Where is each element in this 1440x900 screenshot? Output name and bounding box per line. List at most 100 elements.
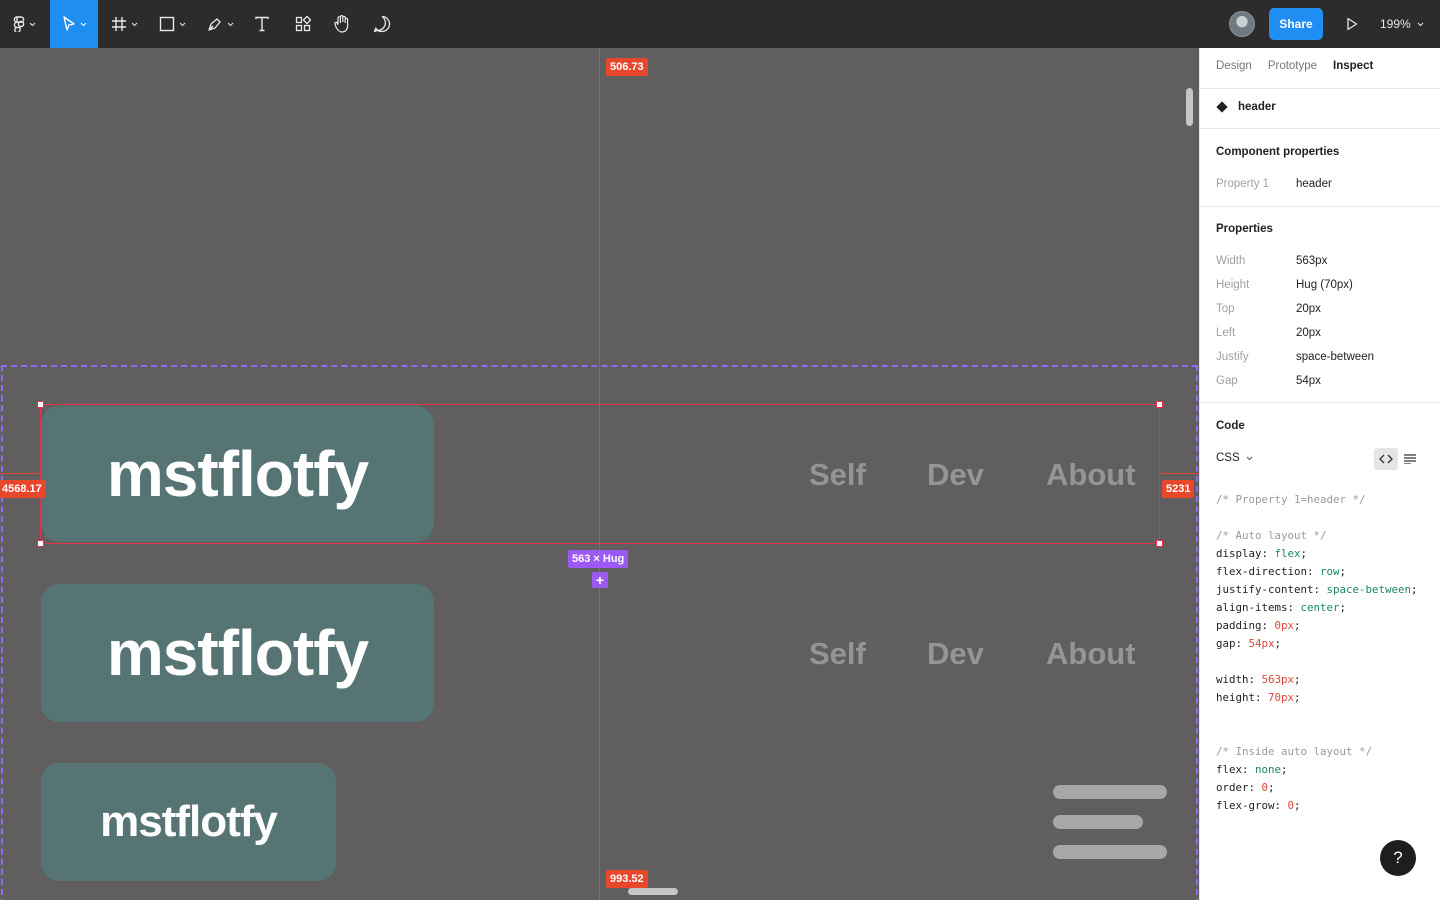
code-block[interactable]: /* Property 1=header */ /* Auto layout */… (1216, 491, 1418, 815)
frame-tool-button[interactable] (104, 0, 144, 48)
property-row-height: Height Hug (70px) (1216, 279, 1426, 291)
code-icon (1379, 454, 1393, 464)
prop-value[interactable]: Hug (70px) (1296, 279, 1353, 291)
hamburger-bar (1053, 815, 1143, 829)
prop-value[interactable]: space-between (1296, 351, 1374, 363)
tab-prototype[interactable]: Prototype (1268, 60, 1317, 72)
selection-box[interactable] (40, 404, 1160, 544)
property-row-width: Width 563px (1216, 255, 1426, 267)
frame-icon (111, 17, 126, 31)
hamburger-bar (1053, 785, 1167, 799)
code-line: justify-content: space-between; (1216, 581, 1418, 599)
horizontal-scrollbar[interactable] (628, 888, 678, 895)
add-auto-layout-item-button[interactable]: + (592, 572, 608, 588)
code-token: ; (1339, 565, 1347, 578)
prop-key: Height (1216, 279, 1250, 291)
component-property-row: Property 1 header (1216, 178, 1426, 190)
selection-size-label: 563 × Hug (568, 550, 629, 568)
pen-icon (207, 18, 221, 31)
code-language-dropdown[interactable]: CSS (1216, 452, 1253, 464)
divider (1200, 88, 1440, 89)
logo-block[interactable]: mstflotfy (41, 763, 336, 881)
zoom-dropdown[interactable]: 199% (1380, 0, 1424, 48)
chevron-down-icon (227, 22, 233, 26)
prop-key: Justify (1216, 351, 1249, 363)
code-token: 0px (1274, 619, 1295, 632)
measure-left: 4568.17 (0, 480, 46, 498)
code-line: height: 70px; (1216, 689, 1418, 707)
prop-value[interactable]: 563px (1296, 255, 1327, 267)
code-token: ; (1274, 637, 1282, 650)
selected-layer: header (1216, 101, 1276, 113)
chevron-down-icon (131, 22, 137, 26)
code-language-value: CSS (1216, 452, 1240, 464)
logo-block[interactable]: mstflotfy (41, 584, 434, 722)
measure-right: 5231 (1162, 480, 1195, 498)
code-token: width: (1216, 673, 1262, 686)
nav-link-dev[interactable]: Dev (927, 636, 984, 672)
text-tool-button[interactable] (248, 0, 276, 48)
code-title: Code (1216, 420, 1245, 432)
components-icon (295, 16, 311, 32)
tab-design[interactable]: Design (1216, 60, 1252, 72)
prop-key: Top (1216, 303, 1235, 315)
comment-icon (373, 15, 391, 33)
code-line: flex-direction: row; (1216, 563, 1418, 581)
nav-link-self[interactable]: Self (809, 636, 866, 672)
nav-link-about[interactable]: About (1046, 636, 1136, 672)
share-button[interactable]: Share (1269, 8, 1323, 40)
chevron-down-icon (179, 22, 185, 26)
code-token: center (1300, 601, 1340, 614)
code-token: flex-direction: (1216, 565, 1321, 578)
main-menu-button[interactable] (0, 0, 48, 48)
code-token: 70px (1268, 691, 1295, 704)
tab-inspect[interactable]: Inspect (1333, 60, 1373, 72)
logo-text: mstflotfy (106, 617, 369, 689)
prop-key: Property 1 (1216, 178, 1270, 190)
property-row-justify: Justify space-between (1216, 351, 1426, 363)
divider (1200, 128, 1440, 129)
code-token: ; (1411, 583, 1418, 596)
resources-button[interactable] (288, 0, 318, 48)
component-properties-title: Component properties (1216, 146, 1340, 158)
prop-value[interactable]: 20px (1296, 327, 1321, 339)
code-token: ; (1300, 547, 1308, 560)
prop-value[interactable]: 20px (1296, 303, 1321, 315)
pen-tool-button[interactable] (200, 0, 240, 48)
prop-value[interactable]: header (1296, 178, 1332, 190)
resize-handle-top-right[interactable] (1156, 401, 1163, 408)
chevron-down-icon (29, 22, 35, 26)
vertical-scrollbar[interactable] (1186, 88, 1193, 126)
resize-handle-bottom-right[interactable] (1156, 540, 1163, 547)
help-button[interactable]: ? (1380, 840, 1416, 876)
code-view-button[interactable] (1374, 448, 1398, 470)
measure-bottom: 993.52 (606, 870, 648, 888)
zoom-level: 199% (1380, 17, 1411, 31)
property-row-gap: Gap 54px (1216, 375, 1426, 387)
prop-key: Gap (1216, 375, 1238, 387)
prop-value[interactable]: 54px (1296, 375, 1321, 387)
toolbar: Share 199% (0, 0, 1440, 48)
hamburger-bar (1053, 845, 1167, 859)
list-view-button[interactable] (1401, 448, 1419, 470)
code-token: height: (1216, 691, 1269, 704)
code-line: padding: 0px; (1216, 617, 1418, 635)
hand-tool-button[interactable] (328, 0, 356, 48)
resize-handle-bottom-left[interactable] (37, 540, 44, 547)
chevron-down-icon (80, 22, 86, 26)
properties-title: Properties (1216, 223, 1273, 235)
move-tool-button[interactable] (50, 0, 98, 48)
chevron-down-icon (1246, 456, 1253, 460)
present-button[interactable] (1340, 12, 1364, 36)
figma-logo-icon (13, 16, 24, 32)
code-token: flex: (1216, 763, 1256, 776)
shape-tool-button[interactable] (152, 0, 192, 48)
user-avatar[interactable] (1229, 11, 1255, 37)
design-canvas[interactable]: mstflotfy Self Dev About mstflotfy Self … (0, 48, 1199, 900)
code-token: row (1320, 565, 1340, 578)
code-token: flex (1274, 547, 1301, 560)
code-token: ; (1294, 673, 1301, 686)
resize-handle-top-left[interactable] (37, 401, 44, 408)
comment-tool-button[interactable] (368, 0, 396, 48)
